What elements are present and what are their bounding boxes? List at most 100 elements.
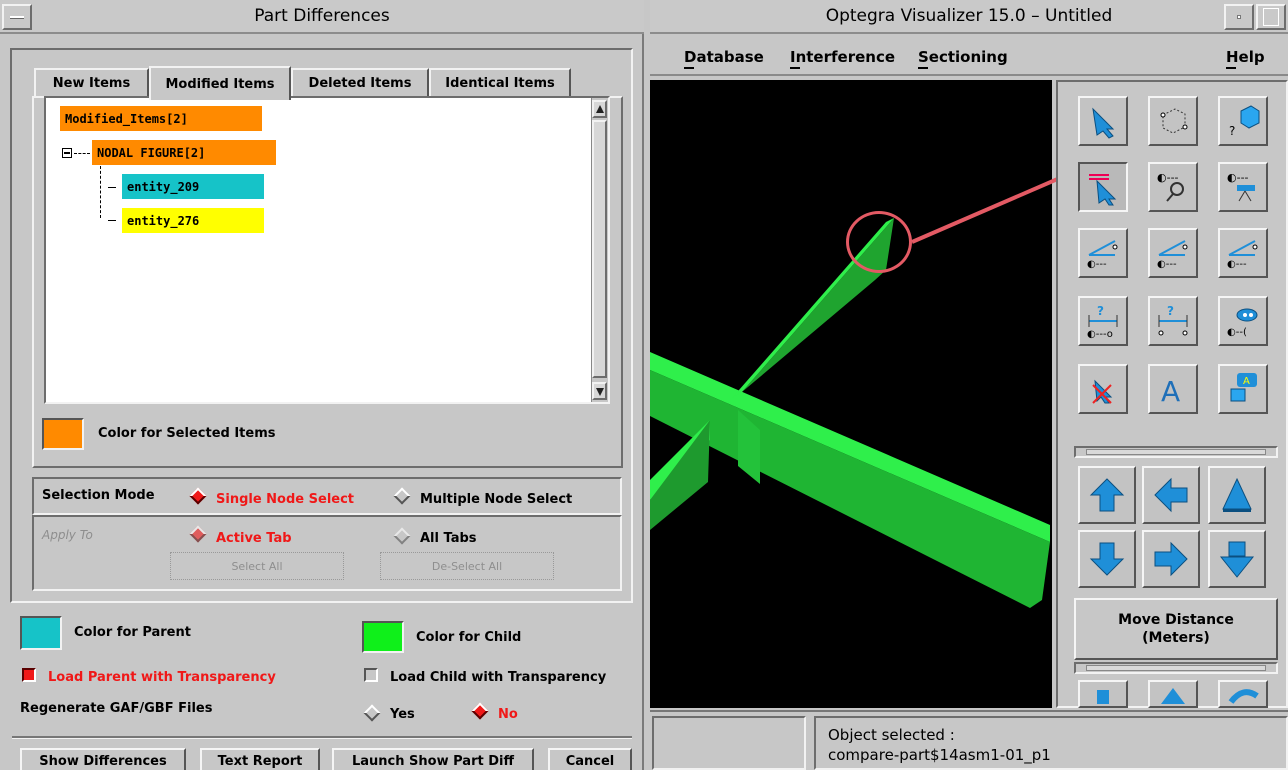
arrow-right-icon — [1154, 541, 1188, 577]
svg-text:◐---: ◐--- — [1157, 259, 1177, 270]
telescope-view-button[interactable]: ◐--- — [1218, 162, 1268, 212]
svg-text:A: A — [1161, 375, 1180, 408]
selected-color-swatch[interactable] — [42, 418, 84, 450]
tab-new-items[interactable]: New Items — [34, 68, 149, 98]
tag-label-button[interactable]: A — [1218, 364, 1268, 414]
tree-scrollbar[interactable] — [591, 98, 608, 402]
angle-view-icon: ◐--- — [1087, 240, 1118, 270]
measure-tool-button[interactable]: ◐--( — [1218, 296, 1268, 346]
multiple-node-label[interactable]: Multiple Node Select — [420, 492, 572, 507]
rotate-up-button[interactable] — [1148, 680, 1198, 708]
tab-identical-items[interactable]: Identical Items — [429, 68, 571, 98]
regenerate-yes-radio[interactable] — [363, 704, 381, 722]
text-annotation-button[interactable]: A — [1148, 364, 1198, 414]
scroll-up-icon[interactable] — [592, 100, 607, 118]
angle-view-2-icon: ◐--- — [1157, 240, 1188, 270]
scroll-down-icon[interactable] — [592, 382, 607, 400]
svg-text:◐---: ◐--- — [1227, 171, 1249, 184]
window-titlebar[interactable]: Optegra Visualizer 15.0 – Untitled — [650, 0, 1288, 34]
tree-connector — [100, 166, 101, 218]
tree-connector — [74, 153, 90, 154]
load-parent-transparency-label[interactable]: Load Parent with Transparency — [48, 670, 276, 685]
tab-deleted-items[interactable]: Deleted Items — [291, 68, 429, 98]
arrow-backward-icon — [1219, 541, 1255, 578]
angle-view-2-button[interactable]: ◐--- — [1148, 228, 1198, 278]
angle-view-3-button[interactable]: ◐--- — [1218, 228, 1268, 278]
rotate-right-button[interactable] — [1218, 680, 1268, 708]
arrow-forward-icon — [1222, 477, 1252, 512]
minimize-button[interactable] — [1224, 4, 1254, 30]
move-down-button[interactable] — [1078, 530, 1136, 588]
move-distance-slider[interactable] — [1074, 662, 1278, 674]
select-arrow-icon — [1092, 107, 1115, 139]
parent-color-label: Color for Parent — [74, 625, 191, 640]
section-tool-icon — [1097, 690, 1109, 704]
delete-marker-icon — [1092, 379, 1113, 404]
load-parent-transparency-checkbox[interactable] — [22, 668, 36, 682]
query-box-button[interactable]: ? — [1218, 96, 1268, 146]
angle-view-button[interactable]: ◐--- — [1078, 228, 1128, 278]
move-left-button[interactable] — [1142, 466, 1200, 524]
cancel-button[interactable]: Cancel — [548, 748, 632, 770]
minimize-icon — [1237, 15, 1241, 19]
zoom-view-button[interactable]: ◐--- — [1148, 162, 1198, 212]
move-right-button[interactable] — [1142, 530, 1200, 588]
tree-node-root[interactable]: Modified_Items[2] — [60, 106, 262, 131]
arrow-down-icon — [1089, 542, 1125, 576]
measure-tool-icon: ◐--( — [1227, 308, 1258, 338]
selected-color-label: Color for Selected Items — [98, 426, 276, 441]
tab-modified-items[interactable]: Modified Items — [149, 66, 291, 100]
move-forward-button[interactable] — [1208, 466, 1266, 524]
measure-distance-button[interactable]: ? ◐---o — [1078, 296, 1128, 346]
move-backward-button[interactable] — [1208, 530, 1266, 588]
pick-arrow-button[interactable] — [1078, 162, 1128, 212]
select-arrow-button[interactable] — [1078, 96, 1128, 146]
svg-text:◐---o: ◐---o — [1087, 329, 1113, 340]
selection-mode-label: Selection Mode — [42, 488, 155, 503]
regenerate-yes-label[interactable]: Yes — [390, 707, 415, 722]
measure-distance-2-button[interactable]: ? — [1148, 296, 1198, 346]
status-value: compare-part$14asm1-01_p1 — [828, 746, 1051, 764]
angle-view-3-icon: ◐--- — [1227, 240, 1258, 270]
part-differences-window: Part Differences New Items Modified Item… — [0, 0, 644, 770]
menu-help[interactable]: Help — [1226, 48, 1265, 66]
svg-text:?: ? — [1167, 304, 1174, 318]
window-title: Optegra Visualizer 15.0 – Untitled — [825, 6, 1113, 26]
text-report-button[interactable]: Text Report — [200, 748, 320, 770]
move-distance-button[interactable]: Move Distance (Meters) — [1074, 598, 1278, 660]
apply-to-label: Apply To — [42, 528, 93, 542]
toolbar-slider[interactable] — [1074, 446, 1278, 458]
maximize-button[interactable] — [1256, 4, 1286, 30]
menu-interference[interactable]: Interference — [790, 48, 895, 66]
parent-color-swatch[interactable] — [20, 616, 62, 650]
child-color-swatch[interactable] — [362, 621, 404, 653]
window-titlebar[interactable]: Part Differences — [0, 0, 644, 34]
tree-node-child[interactable]: entity_209 — [122, 174, 264, 199]
deselect-all-button: De-Select All — [380, 552, 554, 580]
section-tool-button[interactable] — [1078, 680, 1128, 708]
selection-callout-icon — [846, 211, 912, 273]
text-annotation-icon: A — [1161, 375, 1180, 408]
tree-node-group[interactable]: NODAL FIGURE[2] — [92, 140, 276, 165]
menu-sectioning[interactable]: Sectioning — [918, 48, 1008, 66]
wireframe-box-button[interactable] — [1148, 96, 1198, 146]
maximize-icon — [1263, 8, 1279, 26]
query-box-icon: ? — [1229, 105, 1260, 138]
move-up-button[interactable] — [1078, 466, 1136, 524]
single-node-label[interactable]: Single Node Select — [216, 492, 354, 507]
window-menu-button[interactable] — [2, 4, 32, 30]
regenerate-no-radio[interactable] — [471, 702, 489, 720]
show-differences-button[interactable]: Show Differences — [20, 748, 186, 770]
regenerate-no-label[interactable]: No — [498, 707, 518, 722]
launch-show-part-diff-button[interactable]: Launch Show Part Diff — [332, 748, 534, 770]
all-tabs-label: All Tabs — [420, 531, 477, 546]
tree-view[interactable]: Modified_Items[2] NODAL FIGURE[2] entity… — [44, 96, 610, 404]
delete-marker-button[interactable] — [1078, 364, 1128, 414]
load-child-transparency-checkbox[interactable] — [364, 668, 378, 682]
menu-database[interactable]: Database — [684, 48, 764, 66]
load-child-transparency-label[interactable]: Load Child with Transparency — [390, 670, 606, 685]
scroll-thumb[interactable] — [592, 120, 607, 378]
collapse-icon[interactable] — [62, 148, 72, 158]
svg-text:?: ? — [1097, 304, 1104, 318]
tree-node-child[interactable]: entity_276 — [122, 208, 264, 233]
